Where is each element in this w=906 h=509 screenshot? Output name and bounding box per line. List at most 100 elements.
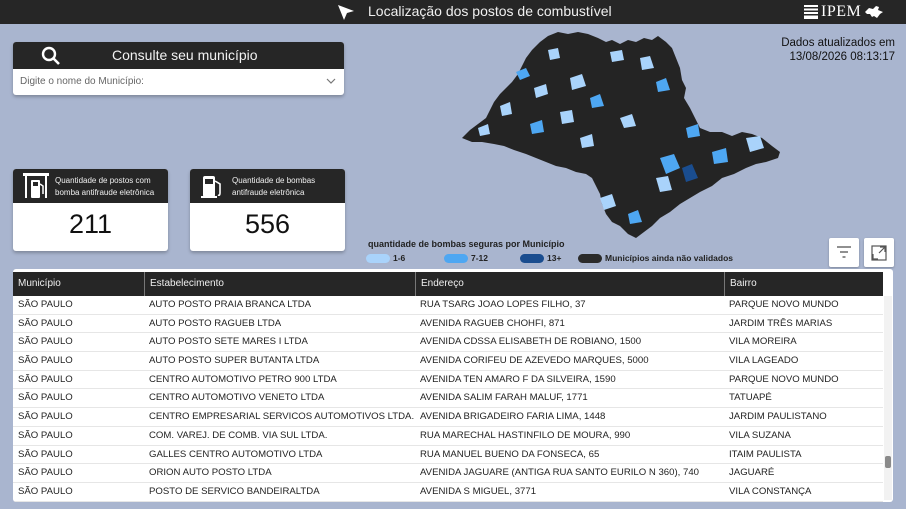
column-header-municipio[interactable]: Município [13, 272, 144, 296]
top-bar: Localização dos postos de combustível IP… [0, 0, 906, 24]
kpi-label: Quantidade de postos com bomba antifraud… [55, 176, 155, 197]
column-header-estabelecimento[interactable]: Estabelecimento [144, 272, 415, 296]
cell-municipio: SÃO PAULO [18, 485, 73, 497]
ipem-logo: IPEM [804, 3, 884, 21]
table-header: Município Estabelecimento Endereço Bairr… [13, 272, 883, 296]
legend-swatch [444, 254, 468, 263]
cell-municipio: SÃO PAULO [18, 411, 73, 423]
cell-endereco: AVENIDA RAGUEB CHOHFI, 871 [420, 317, 565, 329]
cell-municipio: SÃO PAULO [18, 336, 73, 348]
search-placeholder: Digite o nome do Município: [20, 76, 144, 87]
search-header: Consulte seu município [13, 42, 344, 69]
legend-label: 13+ [547, 253, 562, 263]
legend-title: quantidade de bombas seguras por Municíp… [368, 239, 565, 249]
table-body: SÃO PAULO AUTO POSTO PRAIA BRANCA LTDA RUA… [13, 296, 883, 502]
cell-estabelecimento: CENTRO AUTOMOTIVO VENETO LTDA [149, 392, 325, 404]
stations-table: Município Estabelecimento Endereço Bairr… [13, 269, 893, 502]
filter-icon [837, 246, 851, 258]
expand-button[interactable] [864, 238, 894, 267]
table-row[interactable]: SÃO PAULO CENTRO AUTOMOTIVO VENETO LTDA AV… [13, 389, 883, 409]
chevron-down-icon[interactable] [326, 78, 336, 84]
kpi-header: Quantidade de postos com bomba antifraud… [13, 169, 168, 203]
logo-text: IPEM [821, 3, 862, 20]
cursor-arrow-icon [338, 5, 354, 20]
municipality-dropdown[interactable]: Digite o nome do Município: [13, 69, 344, 95]
legend-swatch [366, 254, 390, 263]
cell-municipio: SÃO PAULO [18, 448, 73, 460]
cell-municipio: SÃO PAULO [18, 373, 73, 385]
cell-estabelecimento: POSTO DE SERVICO BANDEIRALTDA [149, 485, 320, 497]
cell-municipio: SÃO PAULO [18, 355, 73, 367]
cell-endereco: AVENIDA BRIGADEIRO FARIA LIMA, 1448 [420, 411, 606, 423]
cell-municipio: SÃO PAULO [18, 392, 73, 404]
legend-label: 1-6 [393, 253, 406, 263]
legend-swatch [578, 254, 602, 263]
kpi-header: Quantidade de bombas antifraude eletrôni… [190, 169, 345, 203]
table-row[interactable]: SÃO PAULO COM. VAREJ. DE COMB. VIA SUL LT… [13, 427, 883, 446]
cell-endereco: AVENIDA CDSSA ELISABETH DE ROBIANO, 1500 [420, 336, 642, 348]
search-icon [41, 46, 60, 65]
column-header-bairro[interactable]: Bairro [724, 272, 883, 296]
search-title: Consulte seu município [112, 47, 258, 63]
cell-municipio: SÃO PAULO [18, 429, 73, 441]
cell-estabelecimento: CENTRO EMPRESARIAL SERVICOS AUTOMOTIVOS … [149, 411, 415, 423]
cell-endereco: RUA TSARG JOAO LOPES FILHO, 37 [420, 299, 586, 310]
cell-estabelecimento: CENTRO AUTOMOTIVO PETRO 900 LTDA [149, 373, 337, 385]
cell-bairro: VILA SUZANA [729, 429, 791, 441]
table-row[interactable]: SÃO PAULO AUTO POSTO SETE MARES I LTDA AVE… [13, 333, 883, 353]
cell-endereco: RUA MANUEL BUENO DA FONSECA, 65 [420, 448, 600, 460]
legend-swatch [520, 254, 544, 263]
cell-bairro: VILA LAGEADO [729, 355, 799, 367]
table-row[interactable]: SÃO PAULO GALLES CENTRO AUTOMOTIVO LTDA RU… [13, 446, 883, 465]
filter-button[interactable] [829, 238, 859, 267]
cell-endereco: AVENIDA TEN AMARO F DA SILVEIRA, 1590 [420, 373, 616, 385]
cell-municipio: SÃO PAULO [18, 467, 73, 479]
cell-estabelecimento: AUTO POSTO SUPER BUTANTA LTDA [149, 355, 320, 367]
cell-estabelecimento: COM. VAREJ. DE COMB. VIA SUL LTDA. [149, 429, 328, 441]
column-header-endereco[interactable]: Endereço [415, 272, 724, 296]
table-row[interactable]: SÃO PAULO AUTO POSTO RAGUEB LTDA AVENIDA R… [13, 315, 883, 334]
kpi-card-pumps: Quantidade de bombas antifraude eletrôni… [190, 169, 345, 251]
cell-endereco: AVENIDA JAGUARE (ANTIGA RUA SANTO EURILO… [420, 467, 700, 479]
cell-bairro: PARQUE NOVO MUNDO [729, 299, 839, 310]
cell-municipio: SÃO PAULO [18, 317, 73, 329]
data-updated-timestamp: Dados atualizados em 13/08/2026 08:13:17 [781, 36, 895, 64]
cell-estabelecimento: AUTO POSTO RAGUEB LTDA [149, 317, 282, 329]
cell-bairro: JARDIM TRÊS MARIAS [729, 317, 833, 329]
page-title: Localização dos postos de combustível [368, 3, 612, 19]
cell-endereco: AVENIDA S MIGUEL, 3771 [420, 485, 537, 497]
cell-endereco: AVENIDA SALIM FARAH MALUF, 1771 [420, 392, 588, 404]
cell-bairro: JARDIM PAULISTANO [729, 411, 827, 423]
table-row[interactable]: SÃO PAULO CENTRO EMPRESARIAL SERVICOS AUT… [13, 408, 883, 427]
sao-paulo-municipality-map[interactable] [460, 28, 785, 240]
updated-datetime: 13/08/2026 08:13:17 [789, 51, 895, 63]
cell-bairro: ITAIM PAULISTA [729, 448, 802, 460]
cell-bairro: TATUAPÉ [729, 392, 772, 404]
kpi-value: 211 [68, 209, 113, 239]
updated-label: Dados atualizados em [781, 37, 895, 49]
flag-icon [804, 5, 818, 19]
sp-state-icon [865, 6, 884, 18]
cell-estabelecimento: GALLES CENTRO AUTOMOTIVO LTDA [149, 448, 323, 460]
kpi-value: 556 [244, 209, 291, 239]
kpi-label: Quantidade de bombas antifraude eletrôni… [232, 176, 316, 197]
table-row[interactable]: SÃO PAULO AUTO POSTO SUPER BUTANTA LTDA AV… [13, 352, 883, 371]
cell-bairro: VILA CONSTANÇA [729, 485, 812, 497]
map-legend: quantidade de bombas seguras por Municíp… [366, 239, 786, 269]
fuel-pump-icon [201, 176, 221, 198]
cell-estabelecimento: ORION AUTO POSTO LTDA [149, 467, 272, 479]
table-scrollbar[interactable] [884, 296, 892, 500]
cell-bairro: PARQUE NOVO MUNDO [729, 373, 839, 385]
state-shape [462, 32, 780, 238]
table-row[interactable]: SÃO PAULO CENTRO AUTOMOTIVO PETRO 900 LTD… [13, 371, 883, 390]
cell-bairro: VILA MOREIRA [729, 336, 797, 348]
table-row[interactable]: SÃO PAULO ORION AUTO POSTO LTDA AVENIDA JA… [13, 464, 883, 483]
gas-station-icon [23, 173, 49, 198]
kpi-card-stations: Quantidade de postos com bomba antifraud… [13, 169, 168, 251]
scrollbar-thumb[interactable] [885, 456, 891, 468]
cell-municipio: SÃO PAULO [18, 299, 73, 310]
table-row[interactable]: SÃO PAULO AUTO POSTO PRAIA BRANCA LTDA RUA… [13, 296, 883, 315]
cell-endereco: RUA MARECHAL HASTINFILO DE MOURA, 990 [420, 429, 631, 441]
expand-icon [871, 245, 887, 261]
table-row[interactable]: SÃO PAULO POSTO DE SERVICO BANDEIRALTDA AV… [13, 483, 883, 502]
